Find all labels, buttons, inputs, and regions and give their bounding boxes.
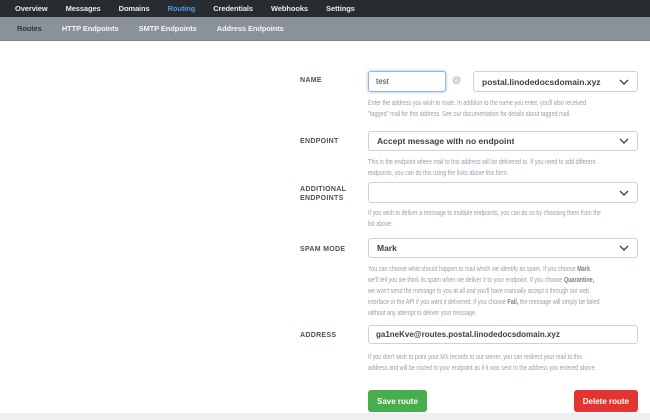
spam-mode-help-text: You can choose what should happen to mai… xyxy=(368,264,600,317)
additional-endpoints-help-text: If you wish to deliver a message to mult… xyxy=(368,208,601,228)
additional-endpoints-select[interactable] xyxy=(368,182,638,203)
spam-mode-label: SPAM MODE xyxy=(300,246,346,253)
nav-overview[interactable]: Overview xyxy=(6,4,57,13)
delete-route-button[interactable]: Delete route xyxy=(573,390,638,412)
address-help-text: If you don't wish to point your MX recor… xyxy=(368,352,597,372)
subnav-smtp-endpoints[interactable]: SMTP Endpoints xyxy=(129,24,207,33)
at-symbol: @ xyxy=(452,75,462,85)
nav-messages[interactable]: Messages xyxy=(57,4,110,13)
chevron-down-icon xyxy=(619,190,629,196)
nav-webhooks[interactable]: Webhooks xyxy=(262,4,317,13)
chevron-down-icon xyxy=(619,245,629,251)
spam-mode-select[interactable]: Mark xyxy=(368,238,638,258)
subnav-routes[interactable]: Routes xyxy=(7,24,52,33)
nav-domains[interactable]: Domains xyxy=(110,4,159,13)
subnav-address-endpoints[interactable]: Address Endpoints xyxy=(207,24,294,33)
name-help-text: Enter the address you wish to route. In … xyxy=(368,98,587,118)
endpoint-select[interactable]: Accept message with no endpoint xyxy=(368,131,638,151)
spam-mode-select-value: Mark xyxy=(377,243,397,253)
route-name-input[interactable] xyxy=(368,71,446,92)
endpoint-help-text: This is the endpoint where mail to this … xyxy=(368,157,596,177)
nav-routing[interactable]: Routing xyxy=(159,4,205,13)
additional-endpoints-label: ADDITIONAL ENDPOINTS xyxy=(300,186,347,202)
domain-select[interactable]: postal.linodedocsdomain.xyz xyxy=(473,71,638,92)
save-route-button[interactable]: Save route xyxy=(368,390,427,412)
endpoint-label: ENDPOINT xyxy=(300,138,339,145)
route-form: NAME @ postal.linodedocsdomain.xyz Enter… xyxy=(0,41,650,413)
routing-sub-nav: Routes HTTP Endpoints SMTP Endpoints Add… xyxy=(0,17,650,41)
endpoint-select-value: Accept message with no endpoint xyxy=(377,136,515,146)
top-nav: Overview Messages Domains Routing Creden… xyxy=(0,0,650,17)
nav-settings[interactable]: Settings xyxy=(317,4,364,13)
chevron-down-icon xyxy=(619,79,629,85)
address-label: ADDRESS xyxy=(300,332,337,339)
domain-select-value: postal.linodedocsdomain.xyz xyxy=(482,76,601,87)
name-label: NAME xyxy=(300,77,322,84)
subnav-http-endpoints[interactable]: HTTP Endpoints xyxy=(52,24,129,33)
chevron-down-icon xyxy=(619,138,629,144)
nav-credentials[interactable]: Credentials xyxy=(204,4,262,13)
route-address-input[interactable] xyxy=(368,325,638,344)
